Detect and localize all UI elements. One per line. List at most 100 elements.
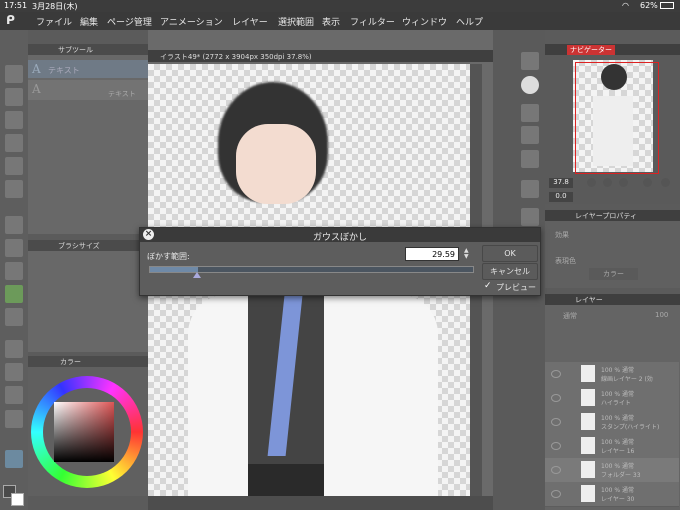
brush-size-panel: ブラシサイズ (28, 240, 148, 352)
layer-row[interactable]: 100 % 通常 スタンプ(ハイライト) (545, 410, 679, 435)
layer-header: レイヤー (545, 294, 680, 305)
gradient-tool-icon[interactable] (5, 410, 23, 428)
layer-row-mode: 100 % 通常 (601, 367, 634, 374)
decoration-tool-icon[interactable] (5, 308, 23, 326)
character-face (236, 124, 316, 204)
visibility-eye-icon[interactable] (551, 394, 561, 402)
preview-checkbox[interactable]: ✓ (484, 281, 492, 291)
blend-mode-select[interactable]: 通常 (563, 311, 577, 321)
spin-arrows-icon[interactable]: ▲ ▼ (464, 248, 469, 260)
sub-color-swatch[interactable] (11, 493, 24, 506)
subtool-item-text-2[interactable]: A テキスト (28, 80, 148, 100)
menu-view[interactable]: 表示 (322, 15, 340, 28)
canvas-tab[interactable]: イラスト49* (2772 x 3904px 350dpi 37.8%) (148, 50, 493, 62)
layer-property-title: レイヤープロパティ (575, 212, 637, 220)
layer-row-selected[interactable]: 100 % 通常 フォルダー 33 (545, 458, 679, 483)
menu-filter[interactable]: フィルター (350, 15, 395, 28)
text-tool-active-icon[interactable] (5, 450, 23, 468)
visibility-eye-icon[interactable] (551, 442, 561, 450)
layer-row-mode: 100 % 通常 (601, 463, 634, 470)
subtool-title: サブツール (58, 46, 93, 54)
menu-window[interactable]: ウィンドウ (402, 15, 447, 28)
layer-thumbnail (581, 461, 595, 478)
dialog-titlebar: × ガウスぼかし (140, 228, 540, 243)
fit-icon[interactable] (619, 178, 628, 187)
flip-h-icon[interactable] (643, 178, 652, 187)
airbrush-tool-icon[interactable] (5, 285, 23, 303)
menu-file[interactable]: ファイル (36, 15, 72, 28)
text-tool-icon[interactable] (5, 65, 23, 83)
command-icon[interactable] (521, 52, 539, 70)
color-sv-square[interactable] (54, 402, 114, 462)
gaussian-blur-dialog: × ガウスぼかし ぼかす範囲: ▲▼ OK キャンセル ✓ プレビュー (139, 227, 541, 296)
move-tool-icon[interactable] (5, 111, 23, 129)
pencil-tool-icon[interactable] (5, 239, 23, 257)
menu-edit[interactable]: 編集 (80, 15, 98, 28)
subtool-item-text-1[interactable]: A テキスト (28, 60, 148, 78)
slider-fill (150, 267, 198, 272)
visibility-eye-icon[interactable] (551, 466, 561, 474)
status-battery: 62% (640, 1, 658, 10)
visibility-eye-icon[interactable] (551, 490, 561, 498)
text-glyph-icon: A (32, 62, 41, 76)
command-icon[interactable] (521, 208, 539, 226)
navigator-zoom[interactable]: 37.8 (549, 178, 573, 188)
command-icon[interactable] (521, 180, 539, 198)
dialog-title: ガウスぼかし (312, 233, 367, 243)
command-icon[interactable] (521, 104, 539, 122)
pen-tool-icon[interactable] (5, 216, 23, 234)
navigator-preview[interactable] (573, 60, 659, 174)
navigator-rotate[interactable]: 0.0 (549, 192, 573, 202)
layer-thumbnail (581, 485, 595, 502)
navigator-panel: ナビゲーター 37.8 0.0 (545, 44, 680, 204)
layer-row[interactable]: 100 % 通常 線画レイヤー 2 (効 (545, 362, 679, 387)
app-logo-icon[interactable]: ᑭ (6, 13, 15, 27)
color-header: カラー (28, 356, 148, 367)
brush-tool-icon[interactable] (5, 262, 23, 280)
fill-tool-icon[interactable] (5, 386, 23, 404)
layer-row[interactable]: 100 % 通常 レイヤー 16 (545, 434, 679, 459)
menu-page[interactable]: ページ管理 (107, 15, 152, 28)
navigator-view-frame (575, 62, 659, 174)
menu-animation[interactable]: アニメーション (160, 15, 223, 28)
lasso-tool-icon[interactable] (5, 157, 23, 175)
command-icon[interactable] (521, 126, 539, 144)
blur-range-label: ぼかす範囲: (147, 252, 190, 261)
menu-layer[interactable]: レイヤー (232, 15, 268, 28)
quick-access-icon[interactable] (521, 76, 539, 94)
subtool-item-label: テキスト (108, 90, 136, 98)
eyedropper-tool-icon[interactable] (5, 180, 23, 198)
ok-button[interactable]: OK (482, 245, 538, 262)
flip-v-icon[interactable] (661, 178, 670, 187)
command-icon[interactable] (521, 150, 539, 168)
subtool-item-label: テキスト (48, 66, 80, 75)
battery-icon (660, 2, 674, 9)
canvas-hscrollbar[interactable] (148, 496, 493, 510)
layer-row[interactable]: 100 % 通常 レイヤー 30 (545, 482, 679, 507)
visibility-eye-icon[interactable] (551, 418, 561, 426)
menu-bar: ᑭ ファイル 編集 ページ管理 アニメーション レイヤー 選択範囲 表示 フィル… (0, 12, 680, 30)
cancel-button[interactable]: キャンセル (482, 263, 538, 280)
blur-range-input[interactable] (405, 247, 459, 261)
layer-opacity[interactable]: 100 (655, 311, 668, 319)
blend-tool-icon[interactable] (5, 363, 23, 381)
eraser-tool-icon[interactable] (5, 340, 23, 358)
layer-row-mode: 100 % 通常 (601, 415, 634, 422)
hand-tool-icon[interactable] (5, 88, 23, 106)
layer-row[interactable]: 100 % 通常 ハイライト (545, 386, 679, 411)
visibility-eye-icon[interactable] (551, 370, 561, 378)
wifi-icon: ◠ (622, 1, 629, 10)
zoom-in-icon[interactable] (603, 178, 612, 187)
brush-size-title: ブラシサイズ (58, 242, 100, 250)
select-tool-icon[interactable] (5, 134, 23, 152)
brush-size-header: ブラシサイズ (28, 240, 148, 251)
text-glyph-icon: A (32, 82, 41, 96)
color-mode-select[interactable]: カラー (589, 268, 638, 280)
character-shorts (248, 464, 324, 496)
zoom-out-icon[interactable] (587, 178, 596, 187)
slider-thumb[interactable] (193, 272, 201, 278)
menu-help[interactable]: ヘルプ (456, 15, 483, 28)
menu-selection[interactable]: 選択範囲 (278, 15, 314, 28)
subtool-header: サブツール (28, 44, 148, 55)
layer-panel: レイヤー 通常 100 100 % 通常 線画レイヤー 2 (効 100 % 通常… (545, 294, 680, 510)
